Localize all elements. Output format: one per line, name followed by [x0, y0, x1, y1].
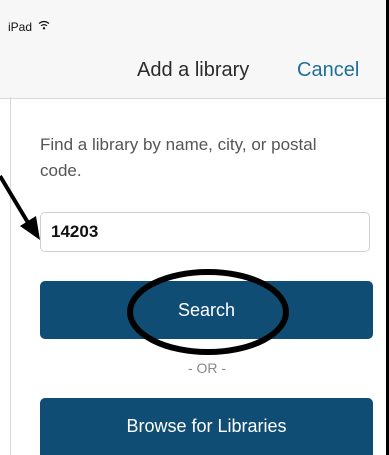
or-separator: - OR - — [187, 360, 227, 376]
navigation-bar: Add a library Cancel — [0, 40, 386, 99]
page-title: Add a library — [137, 59, 250, 81]
content-left-border — [10, 97, 11, 455]
app-screen: iPad Add a library Cancel Find a library… — [0, 0, 389, 455]
status-bar: iPad — [0, 0, 386, 40]
search-hint: Find a library by name, city, or postal … — [40, 135, 317, 180]
wifi-icon — [38, 20, 50, 30]
cancel-button[interactable]: Cancel — [297, 59, 359, 82]
device-name: iPad — [8, 20, 33, 34]
annotation-arrow-icon — [0, 174, 40, 240]
search-input[interactable] — [40, 212, 370, 252]
search-button[interactable]: Search — [40, 281, 373, 339]
browse-libraries-button[interactable]: Browse for Libraries — [40, 398, 373, 455]
